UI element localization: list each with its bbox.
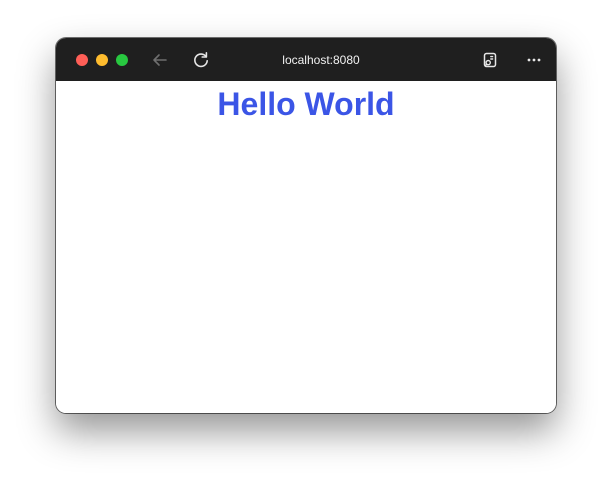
page-content: Hello World bbox=[56, 81, 556, 413]
screen: localhost:8080 Hello World bbox=[0, 0, 612, 487]
reader-mode-button[interactable] bbox=[479, 49, 501, 71]
close-window-button[interactable] bbox=[76, 54, 88, 66]
reload-button[interactable] bbox=[190, 49, 212, 71]
minimize-window-button[interactable] bbox=[96, 54, 108, 66]
address-bar[interactable]: localhost:8080 bbox=[246, 50, 396, 70]
reader-mode-icon bbox=[480, 50, 500, 70]
reload-icon bbox=[191, 50, 211, 70]
browser-titlebar: localhost:8080 bbox=[56, 38, 556, 81]
arrow-left-icon bbox=[150, 50, 170, 70]
browser-window: localhost:8080 Hello World bbox=[56, 38, 556, 413]
more-options-button[interactable] bbox=[523, 49, 545, 71]
more-horizontal-icon bbox=[524, 50, 544, 70]
zoom-window-button[interactable] bbox=[116, 54, 128, 66]
back-button[interactable] bbox=[149, 49, 171, 71]
page-heading: Hello World bbox=[217, 86, 395, 122]
